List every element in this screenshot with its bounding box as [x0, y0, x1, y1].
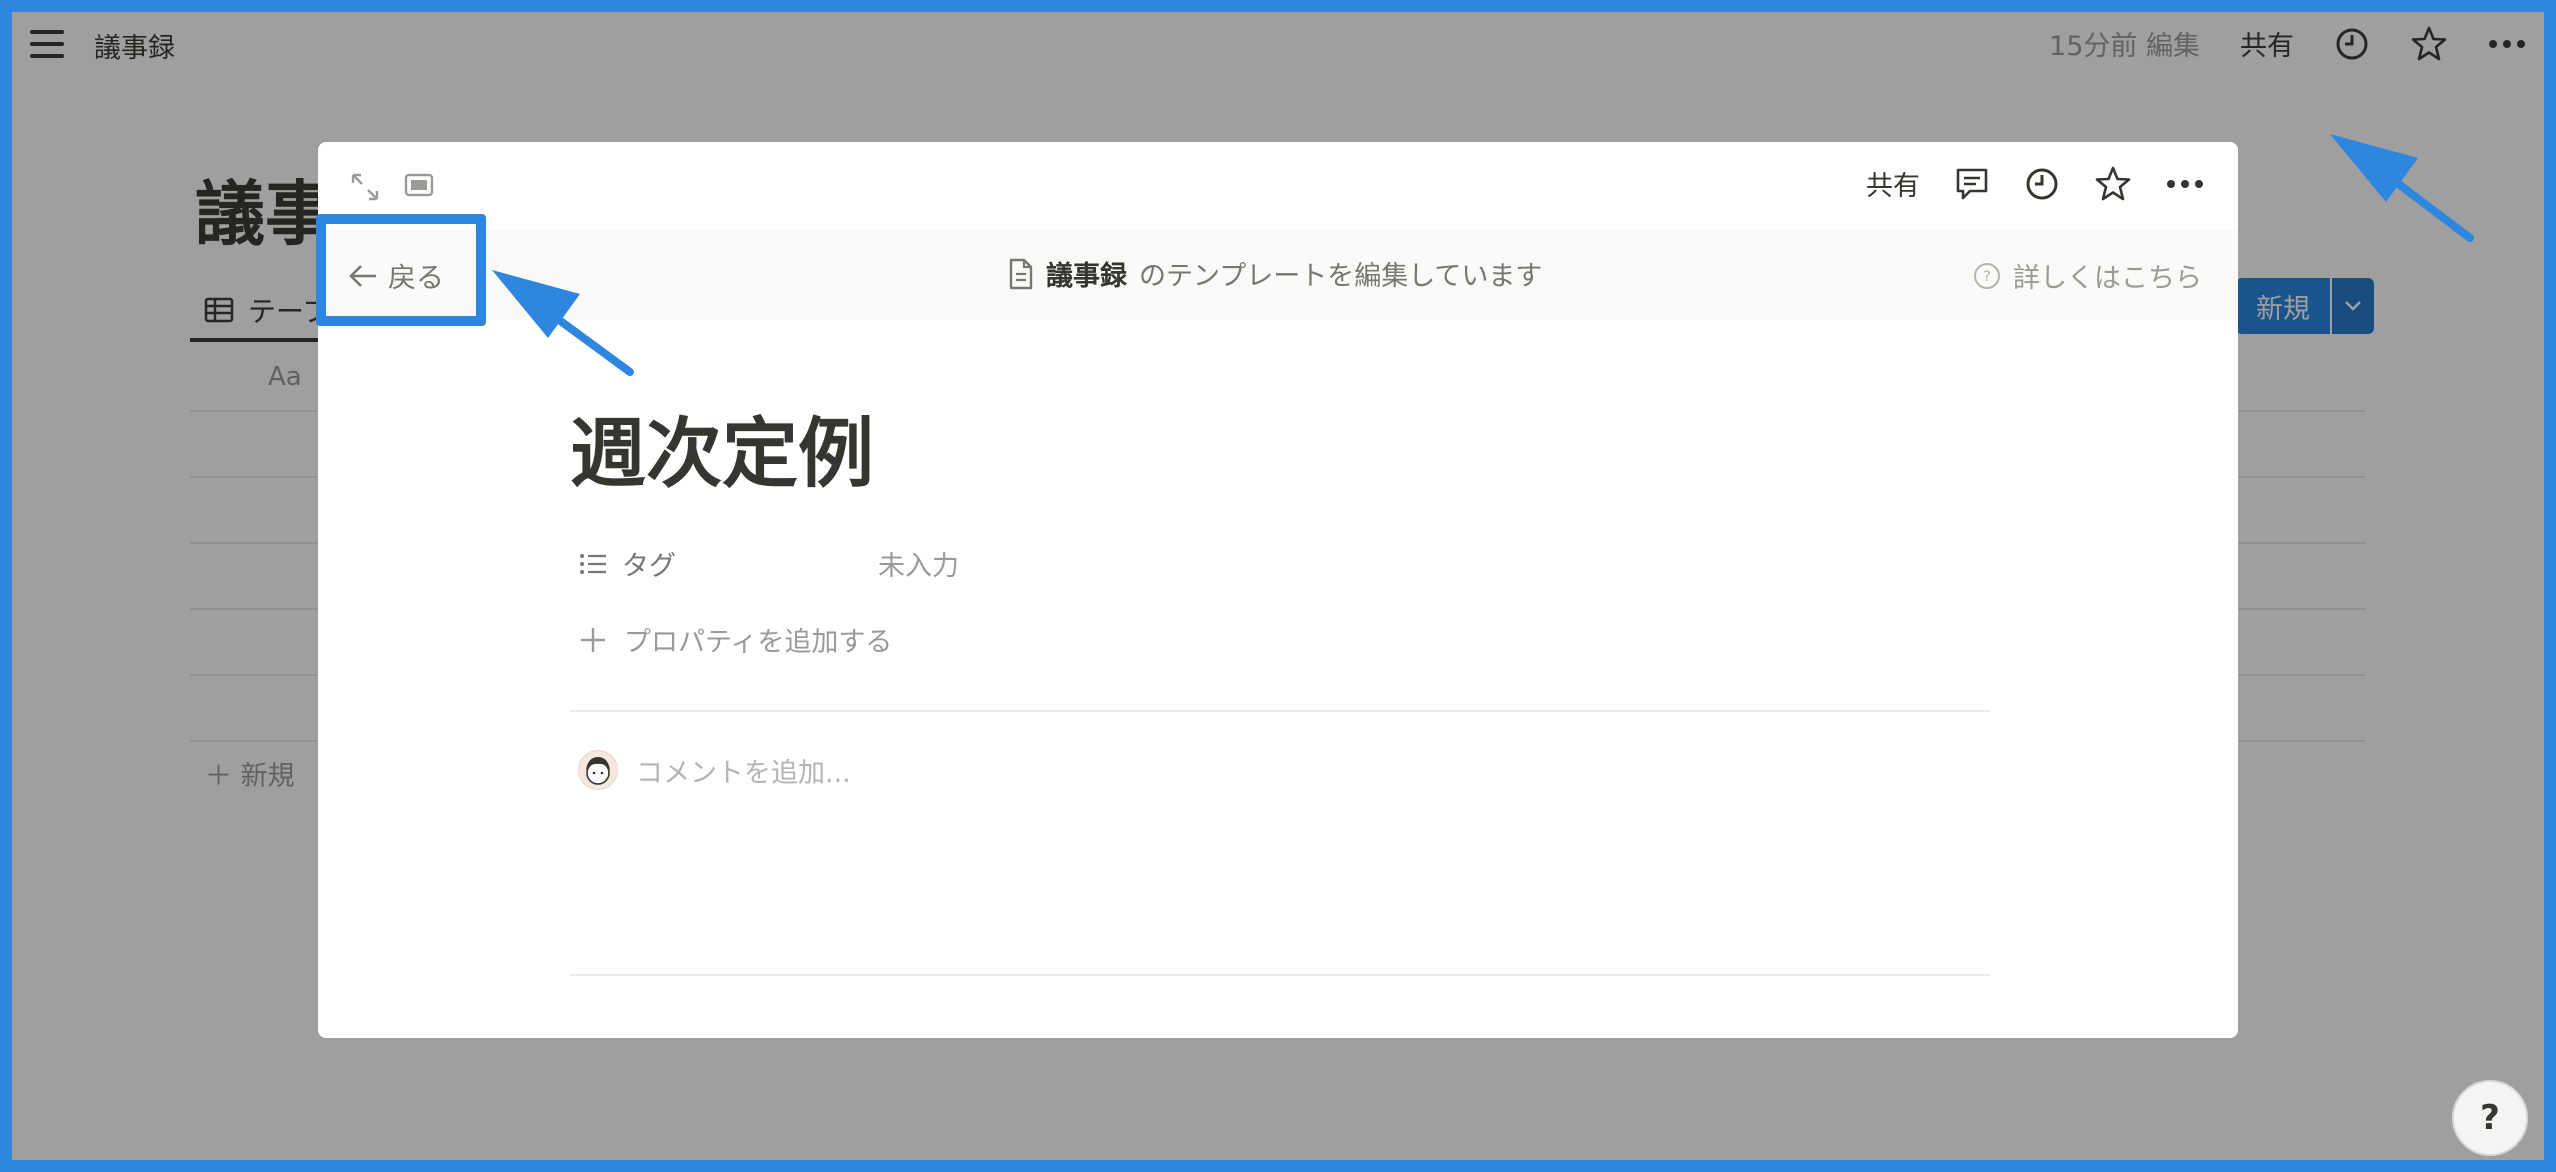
screenshot-frame — [0, 0, 2556, 1172]
